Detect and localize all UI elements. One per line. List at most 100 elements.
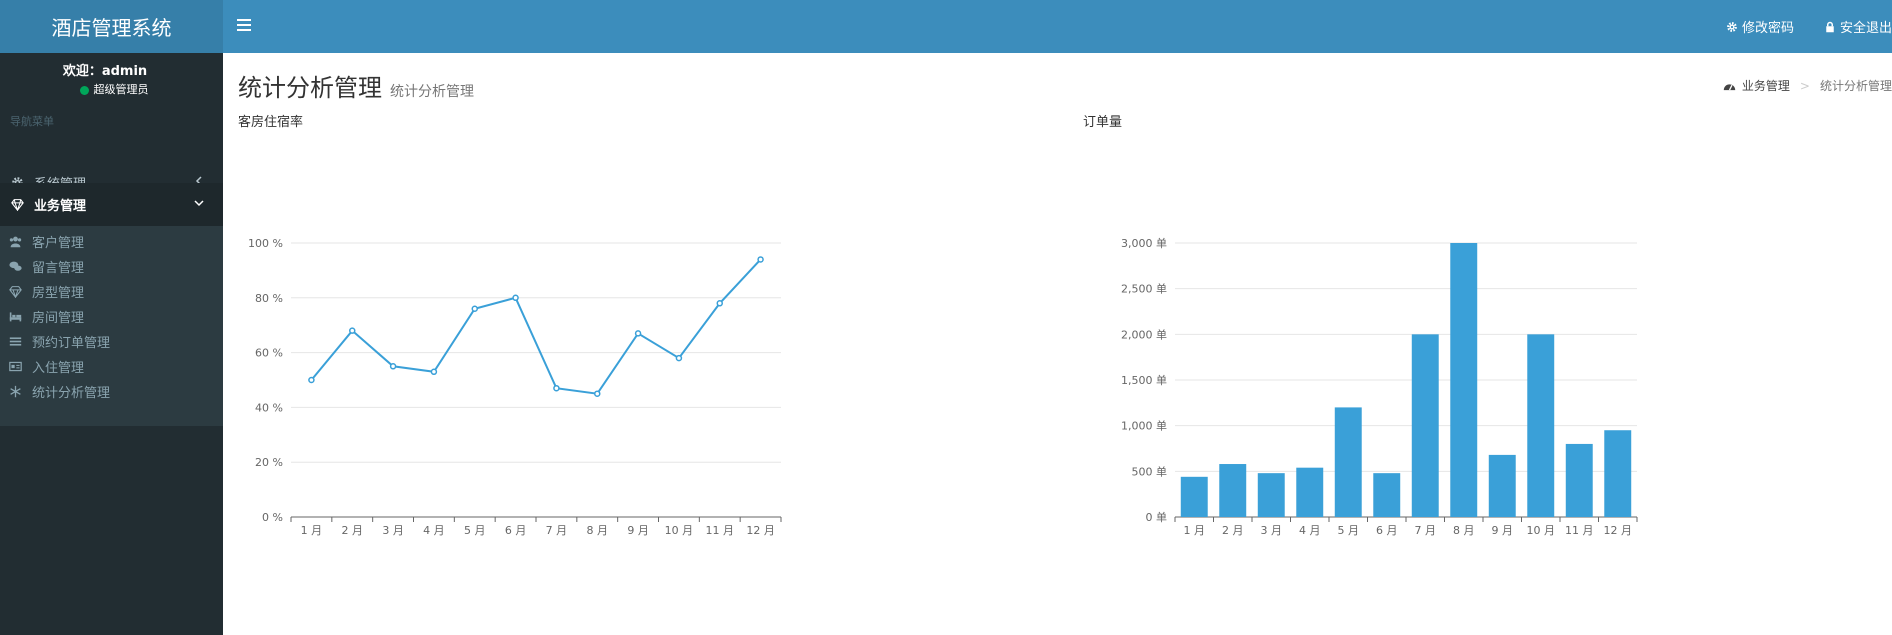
x-tick-label: 3 月 (1261, 524, 1283, 537)
data-point (308, 376, 315, 384)
gear-icon (1727, 21, 1737, 32)
diamond-icon (8, 284, 22, 298)
x-tick-label: 5 月 (464, 524, 486, 537)
order-bar (1411, 334, 1439, 517)
sidebar-item-label: 客户管理 (32, 235, 85, 251)
user-welcome: 欢迎：admin (62, 64, 148, 79)
x-tick-label: 9 月 (1492, 524, 1514, 537)
y-tick-label: 20 % (255, 456, 283, 469)
users-icon (8, 234, 22, 248)
order-bar (1334, 407, 1362, 517)
data-point (675, 354, 683, 362)
navbar-right: 修改密码 安全退出 (1696, 0, 1892, 53)
data-point (757, 256, 764, 263)
order-bar (1180, 476, 1208, 517)
y-tick-label: 3,000 单 (1121, 237, 1167, 250)
order-bar (1373, 473, 1401, 517)
y-tick-label: 80 % (255, 292, 283, 305)
x-tick-label: 1 月 (301, 524, 323, 537)
y-tick-label: 0 单 (1146, 511, 1168, 524)
data-point (594, 390, 601, 397)
occupancy-chart-title: 客房住宿率 (238, 115, 304, 130)
change-password-link[interactable]: 修改密码 (1726, 17, 1794, 36)
order-bar (1527, 334, 1555, 517)
content-area: 统计分析管理 统计分析管理 业务管理 > 统计分析管理 客房住宿率 0 % 20 %… (223, 53, 1892, 635)
y-tick-label: 1,500 单 (1121, 374, 1167, 387)
data-point (430, 368, 438, 376)
y-tick-label: 1,000 单 (1121, 420, 1167, 433)
y-tick-label: 500 单 (1132, 465, 1168, 478)
data-point (512, 294, 519, 302)
app-logo[interactable]: 酒店管理系统 (0, 0, 223, 53)
x-tick-label: 8 月 (587, 524, 609, 537)
data-point (389, 363, 397, 370)
data-point (553, 384, 560, 392)
x-tick-label: 6 月 (1376, 524, 1398, 537)
sidebar-item-label: 统计分析管理 (32, 385, 111, 401)
x-tick-label: 4 月 (423, 524, 445, 537)
data-point (716, 300, 723, 307)
y-tick-label: 2,000 单 (1121, 328, 1167, 341)
snowflake-icon (8, 384, 22, 398)
data-point (634, 330, 642, 337)
diamond-icon (10, 198, 24, 212)
logout-link[interactable]: 安全退出 (1824, 17, 1892, 36)
sidebar: 欢迎：admin 超级管理员 导航菜单 系统管理 业务管理 客户管理 (0, 53, 223, 635)
order-bar (1296, 467, 1324, 517)
orders-bar-chart: 0 单 500 单 1,000 单 1,500 单 2,000 单 2,500 单 3,00… (1121, 237, 1638, 537)
business-submenu: 客户管理 留言管理 房型管理 房间管理 预约订单管理 入住管理 统计分析管理 (0, 226, 223, 426)
x-tick-label: 2 月 (342, 524, 364, 537)
x-tick-label: 5 月 (1338, 524, 1360, 537)
sidebar-item-label: 房型管理 (32, 285, 85, 301)
page-title-text: 统计分析管理 (238, 74, 382, 102)
page-subtitle: 统计分析管理 (390, 84, 474, 100)
x-tick-label: 12 月 (746, 524, 775, 537)
occupancy-series-line (310, 258, 762, 395)
sidebar-item-label: 预约订单管理 (32, 335, 111, 351)
x-tick-label: 9 月 (627, 524, 649, 537)
id-card-icon (8, 359, 22, 373)
page-title: 统计分析管理 统计分析管理 (238, 68, 474, 103)
order-bar (1565, 443, 1593, 517)
breadcrumb: 业务管理 > 统计分析管理 (1723, 77, 1892, 94)
x-tick-label: 12 月 (1604, 524, 1633, 537)
comments-icon (8, 259, 22, 273)
breadcrumb-separator: > (1799, 78, 1810, 93)
top-navbar: 修改密码 安全退出 (223, 0, 1892, 53)
x-tick-label: 6 月 (505, 524, 527, 537)
sidebar-item-statistics[interactable]: 统计分析管理 (0, 376, 223, 406)
y-tick-label: 60 % (255, 347, 283, 360)
sidebar-item-label: 房间管理 (32, 310, 85, 326)
dashboard-icon (1723, 83, 1736, 90)
order-bar (1219, 464, 1247, 517)
online-status-icon (79, 85, 89, 95)
y-tick-label: 2,500 单 (1121, 283, 1167, 296)
breadcrumb-home[interactable]: 业务管理 (1742, 77, 1790, 94)
x-tick-label: 3 月 (382, 524, 404, 537)
change-password-label: 修改密码 (1741, 21, 1794, 36)
order-bar (1257, 473, 1285, 517)
user-role-label: 超级管理员 (93, 83, 149, 96)
order-bar (1450, 243, 1478, 517)
y-tick-label: 0 % (262, 511, 283, 524)
chevron-down-icon (194, 200, 204, 207)
x-tick-label: 8 月 (1453, 524, 1475, 537)
x-tick-label: 2 月 (1222, 524, 1244, 537)
sidebar-item-label: 入住管理 (32, 360, 85, 376)
lock-icon (1826, 21, 1834, 32)
y-tick-label: 100 % (248, 237, 283, 250)
x-tick-label: 11 月 (1565, 524, 1594, 537)
sidebar-item-business[interactable]: 业务管理 (0, 183, 223, 226)
list-icon (8, 334, 22, 348)
x-tick-label: 11 月 (706, 524, 735, 537)
x-tick-label: 1 月 (1184, 524, 1206, 537)
user-role: 超级管理员 (0, 81, 210, 99)
sidebar-toggle-button[interactable] (237, 16, 251, 36)
sidebar-item-label: 业务管理 (34, 199, 87, 214)
x-tick-label: 10 月 (665, 524, 694, 537)
x-tick-label: 10 月 (1527, 524, 1556, 537)
bed-icon (8, 309, 22, 323)
x-tick-label: 7 月 (1415, 524, 1437, 537)
y-tick-label: 40 % (255, 401, 283, 414)
data-point (471, 305, 478, 313)
